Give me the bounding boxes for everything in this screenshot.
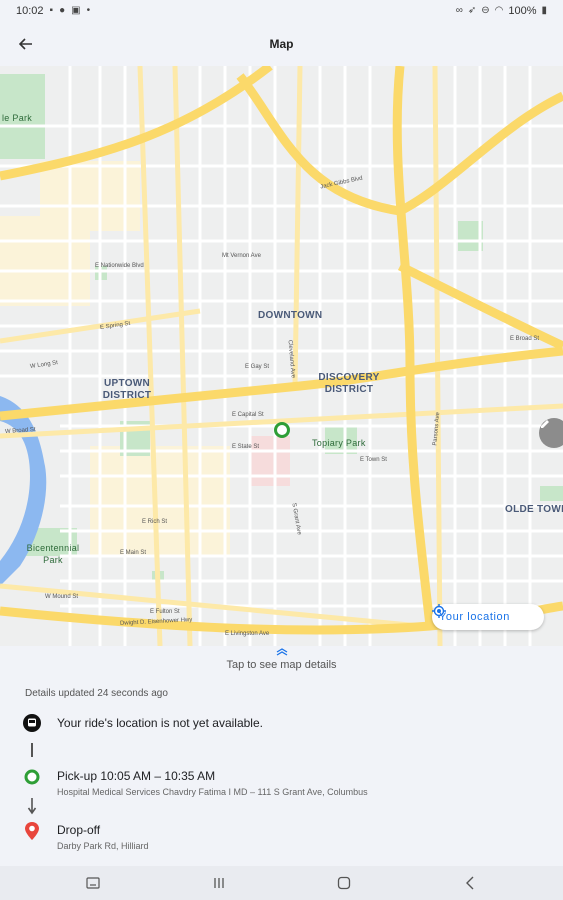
recents-button[interactable] <box>199 868 239 898</box>
street-label: E Rich St <box>142 519 168 525</box>
top-app-bar: Map <box>0 22 563 66</box>
home-button[interactable] <box>324 868 364 898</box>
timeline-connector <box>31 743 33 757</box>
street-label: E Broad St <box>510 336 540 342</box>
keyboard-switch-button[interactable] <box>73 868 113 898</box>
your-location-label: Your location <box>439 611 510 623</box>
street-label: E Nationwide Blvd <box>95 263 144 269</box>
pickup-icon <box>22 767 42 787</box>
map-label-discovery: DISCOVERY DISTRICT <box>318 372 380 395</box>
street-label: E Livingston Ave <box>225 631 270 637</box>
dnd-icon: ⊖ <box>481 5 490 16</box>
street-label: E Capital St <box>232 412 264 418</box>
map-label-bicentennial: Bicentennial Park <box>26 543 80 565</box>
street-label: W Mound St <box>45 594 79 600</box>
street-label: E Fulton St <box>150 609 180 615</box>
map-label-goodale: le Park <box>2 113 33 123</box>
link-icon: ∞ <box>455 5 463 16</box>
page-title: Map <box>269 37 294 51</box>
pencil-icon <box>541 420 549 428</box>
map-label-topiary: Topiary Park <box>312 438 366 448</box>
dropoff-pin-icon <box>22 821 42 841</box>
street-label: E State St <box>232 444 260 450</box>
notification-icon: ▣ <box>71 5 81 16</box>
map-view[interactable]: le Park DOWNTOWN DISCOVERY DISTRICT UPTO… <box>0 66 563 646</box>
my-location-icon <box>432 604 446 618</box>
street-label: E Main St <box>120 550 147 556</box>
keyboard-icon <box>86 877 100 889</box>
map-canvas <box>0 66 563 646</box>
chevron-left-icon <box>466 876 474 890</box>
ride-status-text: Your ride's location is not yet availabl… <box>57 716 263 730</box>
map-details-toggle[interactable]: Tap to see map details <box>0 648 563 682</box>
wifi-icon: ◠ <box>494 5 504 16</box>
map-label-olde-towne: OLDE TOWNE EAS <box>505 504 563 515</box>
dot-icon: • <box>86 5 91 16</box>
sim-icon: ▪ <box>49 5 54 16</box>
dropoff-address: Darby Park Rd, Hilliard <box>57 841 149 851</box>
android-icon: ● <box>59 5 66 16</box>
map-details-label: Tap to see map details <box>226 659 337 671</box>
chevron-up-icon <box>276 648 287 656</box>
pickup-address: Hospital Medical Services Chavdry Fatima… <box>57 787 368 797</box>
bus-icon <box>22 713 42 733</box>
details-updated-text: Details updated 24 seconds ago <box>25 688 168 699</box>
pickup-marker[interactable] <box>274 422 290 438</box>
battery-icon: ▮ <box>541 5 547 16</box>
map-label-uptown: UPTOWN DISTRICT <box>102 378 152 401</box>
back-button[interactable] <box>12 30 40 58</box>
arrow-down-icon <box>22 797 42 817</box>
home-icon <box>338 876 351 890</box>
street-label: E Gay St <box>245 364 270 370</box>
recents-icon <box>213 878 224 888</box>
pickup-title: Pick-up 10:05 AM – 10:35 AM <box>57 769 216 783</box>
status-time: 10:02 <box>16 5 44 17</box>
dropoff-title: Drop-off <box>57 823 101 837</box>
system-nav-bar <box>0 866 563 900</box>
street-label: Mt Vernon Ave <box>222 253 261 259</box>
map-label-downtown: DOWNTOWN <box>258 310 323 321</box>
arrow-left-icon <box>19 38 32 50</box>
your-location-button[interactable]: Your location <box>432 604 544 630</box>
location-status-icon: ➶ <box>467 5 477 16</box>
battery-level: 100% <box>508 5 537 17</box>
street-label: E Town St <box>360 457 387 463</box>
back-nav-button[interactable] <box>450 868 490 898</box>
status-bar: 10:02 ▪ ● ▣ • ∞ ➶ ⊖ ◠ 100% ▮ <box>0 0 563 22</box>
edit-map-button[interactable] <box>539 418 563 448</box>
